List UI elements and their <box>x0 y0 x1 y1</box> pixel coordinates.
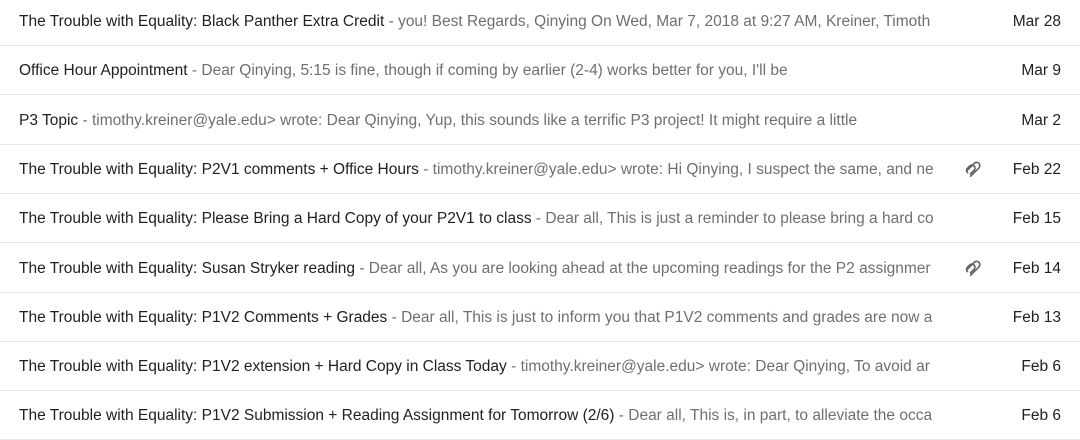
email-row[interactable]: P3 Topic - timothy.kreiner@yale.edu> wro… <box>0 96 1080 145</box>
email-line: The Trouble with Equality: Black Panther… <box>19 0 953 46</box>
email-line: The Trouble with Equality: P2V1 comments… <box>19 145 953 194</box>
email-separator: - <box>506 358 521 375</box>
email-date: Feb 14 <box>1012 260 1061 277</box>
email-snippet: Dear all, As you are looking ahead at th… <box>368 260 931 277</box>
email-date: Feb 6 <box>1021 407 1061 424</box>
email-subject: The Trouble with Equality: Black Panther… <box>19 13 385 30</box>
email-subject: The Trouble with Equality: P2V1 comments… <box>19 161 419 178</box>
email-row[interactable]: Office Hour Appointment - Dear Qinying, … <box>0 46 1080 95</box>
email-row[interactable]: The Trouble with Equality: P1V2 Comments… <box>0 293 1080 342</box>
email-line: Office Hour Appointment - Dear Qinying, … <box>19 46 953 95</box>
email-line: The Trouble with Equality: P1V2 Comments… <box>19 293 953 342</box>
email-date: Mar 9 <box>1021 62 1061 79</box>
email-date: Mar 2 <box>1021 112 1061 129</box>
email-separator: - <box>384 13 399 30</box>
email-subject: P3 Topic <box>19 112 79 129</box>
email-snippet: Dear Qinying, 5:15 is fine, though if co… <box>201 62 788 79</box>
email-separator: - <box>531 210 546 227</box>
email-row[interactable]: The Trouble with Equality: Please Bring … <box>0 194 1080 243</box>
paperclip-icon <box>962 161 984 177</box>
email-snippet: Dear all, This is just a reminder to ple… <box>545 210 934 227</box>
email-subject: The Trouble with Equality: Susan Stryker… <box>19 260 356 277</box>
email-snippet: timothy.kreiner@yale.edu> wrote: Dear Qi… <box>520 358 930 375</box>
email-subject: The Trouble with Equality: P1V2 Submissi… <box>19 407 615 424</box>
email-date: Feb 6 <box>1021 358 1061 375</box>
email-date: Feb 22 <box>1012 161 1061 178</box>
email-row[interactable]: The Trouble with Equality: P2V1 comments… <box>0 145 1080 194</box>
email-snippet: you! Best Regards, Qinying On Wed, Mar 7… <box>398 13 931 30</box>
email-separator: - <box>187 62 202 79</box>
email-line: P3 Topic - timothy.kreiner@yale.edu> wro… <box>19 96 953 145</box>
email-date: Mar 28 <box>1012 13 1061 30</box>
email-line: The Trouble with Equality: Susan Stryker… <box>19 244 953 293</box>
email-list: The Trouble with Equality: Black Panther… <box>0 0 1080 440</box>
email-subject: The Trouble with Equality: Please Bring … <box>19 210 532 227</box>
email-snippet: timothy.kreiner@yale.edu> wrote: Dear Qi… <box>91 112 858 129</box>
email-date: Feb 13 <box>1012 309 1061 326</box>
email-snippet: Dear all, This is just to inform you tha… <box>401 309 933 326</box>
email-snippet: timothy.kreiner@yale.edu> wrote: Hi Qiny… <box>432 161 934 178</box>
email-line: The Trouble with Equality: P1V2 Submissi… <box>19 391 953 440</box>
email-separator: - <box>78 112 92 129</box>
email-subject: Office Hour Appointment <box>19 62 188 79</box>
email-separator: - <box>418 161 433 178</box>
email-row[interactable]: The Trouble with Equality: Black Panther… <box>0 0 1080 46</box>
email-subject: The Trouble with Equality: P1V2 Comments… <box>19 309 388 326</box>
paperclip-icon <box>962 260 984 276</box>
email-separator: - <box>355 260 369 277</box>
email-snippet: Dear all, This is, in part, to alleviate… <box>628 407 933 424</box>
email-subject: The Trouble with Equality: P1V2 extensio… <box>19 358 507 375</box>
email-line: The Trouble with Equality: P1V2 extensio… <box>19 342 953 391</box>
email-separator: - <box>387 309 402 326</box>
email-separator: - <box>614 407 629 424</box>
email-row[interactable]: The Trouble with Equality: Susan Stryker… <box>0 244 1080 293</box>
email-line: The Trouble with Equality: Please Bring … <box>19 194 953 243</box>
email-row[interactable]: The Trouble with Equality: P1V2 extensio… <box>0 342 1080 391</box>
email-date: Feb 15 <box>1012 210 1061 227</box>
email-row[interactable]: The Trouble with Equality: P1V2 Submissi… <box>0 391 1080 440</box>
